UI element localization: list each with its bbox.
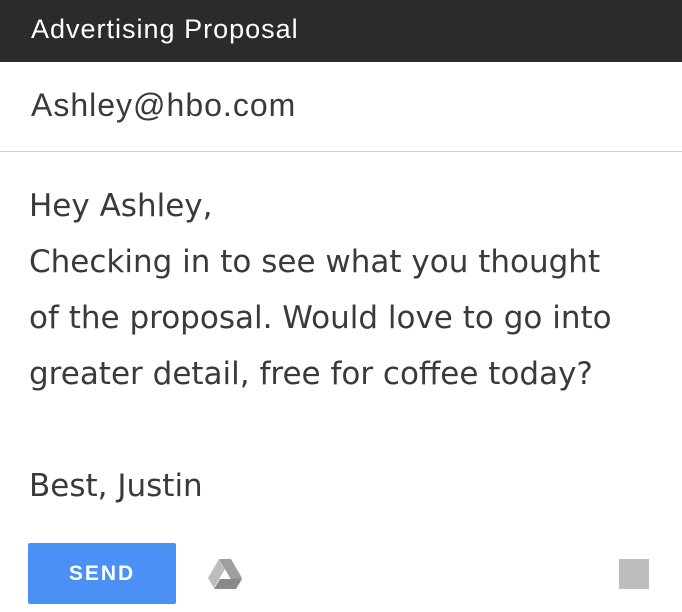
recipient-field[interactable]: Ashley@hbo.com xyxy=(0,62,682,152)
compose-window: Advertising Proposal Ashley@hbo.com Hey … xyxy=(0,0,682,612)
google-drive-icon[interactable] xyxy=(207,558,243,590)
message-line: of the proposal. Would love to go into xyxy=(29,300,612,336)
subject-title[interactable]: Advertising Proposal xyxy=(31,14,299,45)
message-line: Best, Justin xyxy=(29,468,203,504)
message-line xyxy=(29,402,669,458)
message-line: Hey Ashley, xyxy=(29,188,213,224)
google-drive-icon-graphic xyxy=(208,559,242,589)
gray-square-icon[interactable] xyxy=(619,559,649,589)
message-line: Checking in to see what you thought xyxy=(29,244,601,280)
compose-header-bar: Advertising Proposal xyxy=(0,0,682,62)
recipient-email[interactable]: Ashley@hbo.com xyxy=(31,87,296,124)
message-body[interactable]: Hey Ashley, Checking in to see what you … xyxy=(29,178,669,514)
message-line: greater detail, free for coffee today? xyxy=(29,356,593,392)
send-button[interactable]: SEND xyxy=(28,543,176,604)
